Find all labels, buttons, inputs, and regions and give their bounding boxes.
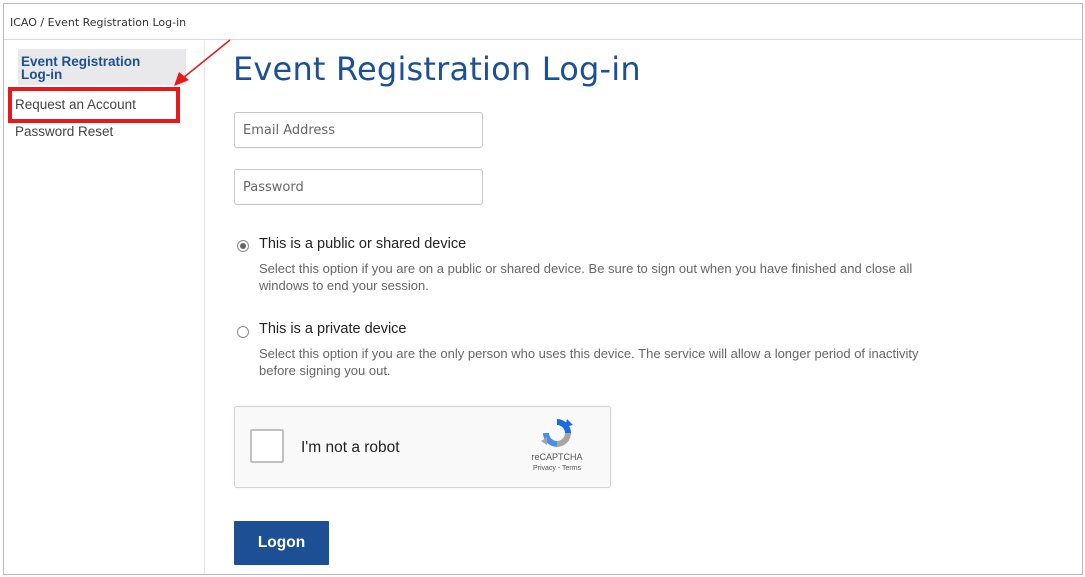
page-title: Event Registration Log-in bbox=[233, 50, 641, 88]
public-device-option-description-cont: windows to end your session. bbox=[259, 278, 429, 293]
private-device-option-description-cont: before signing you out. bbox=[259, 363, 391, 378]
recaptcha-widget: I'm not a robot reCAPTCHA Privacy - Term… bbox=[234, 406, 611, 488]
password-field[interactable] bbox=[234, 169, 483, 205]
public-device-option-description: Select this option if you are on a publi… bbox=[259, 261, 913, 276]
recaptcha-brand: reCAPTCHA bbox=[531, 452, 583, 462]
main-content: Event Registration Log-in This is a publ… bbox=[4, 4, 1082, 574]
recaptcha-label: I'm not a robot bbox=[301, 439, 400, 456]
private-device-option-description: Select this option if you are the only p… bbox=[259, 346, 919, 361]
private-device-option-title[interactable]: This is a private device bbox=[259, 321, 406, 337]
logon-button[interactable]: Logon bbox=[234, 521, 329, 565]
recaptcha-checkbox[interactable] bbox=[250, 429, 284, 463]
public-device-option-title[interactable]: This is a public or shared device bbox=[259, 236, 466, 252]
private-device-radio[interactable] bbox=[237, 326, 249, 338]
public-device-radio[interactable] bbox=[237, 240, 249, 252]
email-field[interactable] bbox=[234, 112, 483, 148]
recaptcha-logo-icon bbox=[541, 419, 573, 447]
recaptcha-privacy-terms-links[interactable]: Privacy - Terms bbox=[525, 465, 589, 472]
page-frame: ICAO / Event Registration Log-in Event R… bbox=[3, 3, 1083, 575]
